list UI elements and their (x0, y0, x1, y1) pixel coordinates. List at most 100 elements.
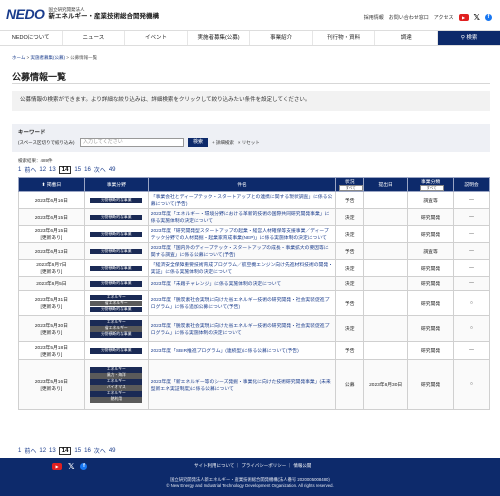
nav-news[interactable]: ニュース (63, 31, 126, 45)
facebook-icon[interactable]: f (485, 14, 492, 21)
cell-name[interactable]: 2023年度「脱炭素社会実現に向けた省エネルギー技術の研究開発・社会実装促進プロ… (147, 315, 337, 343)
x-icon[interactable]: 𝕏 (68, 462, 74, 471)
cell-briefing: ○ (453, 359, 490, 411)
page-next[interactable]: 次へ (94, 165, 106, 174)
page-15[interactable]: 15 (74, 448, 81, 454)
updated-badge: [更新あり] (40, 386, 63, 392)
call-title-link[interactable]: 2023年度「SBIR推進プログラム」(連続型)に係る公募について(予告) (151, 349, 299, 354)
header-category: 事業分類 すべて (407, 176, 455, 193)
page-current: 14 (58, 165, 72, 174)
page-12[interactable]: 12 (39, 448, 46, 454)
table-row: 2023年5月31日 [更新あり] エネルギー 省エネルギー 分野横断的な事業 2023年… (18, 290, 490, 317)
cell-name[interactable]: 2023年度「新エネルギー等のシーズ発掘・事業化に向けた技術研究開発事業」(未来… (147, 359, 337, 411)
cell-submit (363, 225, 409, 244)
category-filter[interactable]: すべて (419, 185, 444, 191)
header-date[interactable]: ⬍ 掲載日 (18, 176, 85, 193)
youtube-icon[interactable]: ▶ (52, 463, 62, 470)
cell-briefing: — (453, 191, 490, 210)
cell-status: 予告 (335, 290, 365, 317)
nav-procurement[interactable]: 調達 (375, 31, 439, 45)
page-13[interactable]: 13 (49, 448, 56, 454)
page-current: 14 (58, 446, 72, 455)
updated-badge: [更新あり] (40, 236, 63, 242)
nav-publications[interactable]: 刊行物・資料 (313, 31, 376, 45)
footer-disclosure[interactable]: 情報公開 (293, 463, 311, 468)
cell-name[interactable]: 「経済安全保障重要技術育成プログラム／航空機エンジン向け先進材料技術の開発・実証… (147, 259, 337, 278)
facebook-icon[interactable]: f (80, 463, 88, 470)
cell-category: 研究開発 (407, 290, 455, 317)
cell-name[interactable]: 2023年度「未踏チャレンジ」に係る実施体制の決定について (147, 276, 337, 292)
nav-search-button[interactable]: ⚲ 検索 (438, 31, 500, 45)
cell-name[interactable]: 2023年度「研究開発型スタートアップの起業・経営人材確保等支援事業／ディープテ… (147, 225, 337, 244)
keyword-input[interactable]: 入力してください (80, 138, 184, 147)
cell-name[interactable]: 2023年度「脱炭素社会実現に向けた省エネルギー技術の研究開発・社会実装促進プロ… (147, 290, 337, 317)
contact-link[interactable]: お問い合わせ窓口 (389, 14, 429, 21)
reset-link[interactable]: × リセット (238, 140, 260, 146)
org-name: 新エネルギー・産業技術総合開発機構 (48, 12, 159, 20)
breadcrumb-calls[interactable]: 実施者募集(公募) (31, 55, 66, 60)
page-first[interactable]: 1 (18, 167, 21, 173)
page-last[interactable]: 49 (109, 448, 116, 454)
page-last[interactable]: 49 (109, 167, 116, 173)
cell-name[interactable]: 2023年度「国内外のディープテック・スタートアップの成長・事業拡大の要因等に関… (147, 242, 337, 261)
cell-field: 分野横断的な事業 (83, 191, 149, 210)
page-next[interactable]: 次へ (94, 446, 106, 455)
pagination-top: 1 前へ 12 13 14 15 16 次へ 49 (18, 165, 116, 174)
field-badge: 分野横断的な事業 (90, 281, 143, 287)
header-submit: 提出日 (363, 176, 409, 193)
page-15[interactable]: 15 (74, 167, 81, 173)
page-13[interactable]: 13 (49, 167, 56, 173)
page-12[interactable]: 12 (39, 167, 46, 173)
call-title-link[interactable]: 2023年度「未踏チャレンジ」に係る実施体制の決定について (151, 282, 281, 287)
site-header: NEDO 国立研究開発法人 新エネルギー・産業技術総合開発機構 採用情報 お問い… (0, 0, 500, 30)
page-16[interactable]: 16 (84, 167, 91, 173)
page-prev[interactable]: 前へ (24, 165, 36, 174)
access-link[interactable]: アクセス (434, 14, 454, 21)
cell-name[interactable]: 「事業会社とディープテック・スタートアップとの連携に関する現状調査」に係る公募に… (147, 191, 337, 210)
cell-category: 研究開発 (407, 315, 455, 343)
call-title-link[interactable]: 2023年度「新エネルギー等のシーズ発掘・事業化に向けた技術研究開発事業」(未来… (151, 380, 331, 392)
call-title-link[interactable]: 2023年度「脱炭素社会実現に向けた省エネルギー技術の研究開発・社会実装促進プロ… (151, 298, 330, 310)
detail-search-link[interactable]: + 詳細検索 (212, 140, 234, 146)
breadcrumb-home[interactable]: ホーム (12, 55, 25, 60)
call-title-link[interactable]: 「事業会社とディープテック・スタートアップとの連携に関する現状調査」に係る公募に… (151, 195, 333, 207)
page-16[interactable]: 16 (84, 448, 91, 454)
status-filter[interactable]: すべて (338, 185, 363, 191)
call-title-link[interactable]: 「経済安全保障重要技術育成プログラム／航空機エンジン向け先進材料技術の開発・実証… (151, 263, 333, 275)
cell-category: 研究開発 (407, 276, 455, 292)
cell-submit (363, 290, 409, 317)
footer-site-use[interactable]: サイト利用について (194, 463, 234, 468)
call-title-link[interactable]: 2023年度「研究開発型スタートアップの起業・経営人材確保等支援事業／ディープテ… (151, 229, 329, 241)
call-title-link[interactable]: 2023年度「国内外のディープテック・スタートアップの成長・事業拡大の要因等に関… (151, 246, 329, 258)
page-prev[interactable]: 前へ (24, 446, 36, 455)
cell-submit (363, 315, 409, 343)
footer-privacy[interactable]: プライバシーポリシー (241, 463, 286, 468)
nav-projects[interactable]: 事業紹介 (250, 31, 313, 45)
table-row: 2023年5月18日 [更新あり] 分野横断的な事業 2023年度「SBIR推進プログ… (18, 341, 490, 361)
cell-status: 決定 (335, 276, 365, 292)
global-nav: NEDOについて ニュース イベント 実施者募集(公募) 事業紹介 刊行物・資料… (0, 30, 500, 46)
call-title-link[interactable]: 2023年度「脱炭素社会実現に向けた省エネルギー技術の研究開発・社会実装促進プロ… (151, 324, 330, 336)
nav-events[interactable]: イベント (125, 31, 188, 45)
table-row: 2023年6月15日 分野横断的な事業 2023年度「エネルギー・環境分野における革… (18, 208, 490, 227)
x-icon[interactable]: 𝕏 (474, 13, 480, 22)
youtube-icon[interactable]: ▶ (458, 14, 469, 21)
nav-about[interactable]: NEDOについて (0, 31, 63, 45)
page-title: 公募情報一覧 (12, 72, 67, 82)
call-title-link[interactable]: 2023年度「エネルギー・環境分野における革新的技術の国際共同研究開発事業」に係… (151, 212, 330, 224)
cell-status: 決定 (335, 315, 365, 343)
updated-badge: [更新あり] (40, 352, 63, 358)
field-badge: 分野横断的な事業 (90, 306, 143, 313)
cell-submit (363, 242, 409, 261)
cell-status: 決定 (335, 225, 365, 244)
results-table: ⬍ 掲載日 事業分野 件名 状況 すべて 提出日 事業分類 すべて 説明会 2023… (18, 176, 490, 411)
cell-name[interactable]: 2023年度「SBIR推進プログラム」(連続型)に係る公募について(予告) (147, 341, 337, 361)
search-button[interactable]: 検索 (188, 138, 209, 147)
nedo-logo[interactable]: NEDO 国立研究開発法人 新エネルギー・産業技術総合開発機構 (6, 6, 159, 22)
org-sub: 国立研究開発法人 (48, 7, 85, 12)
recruit-link[interactable]: 採用情報 (364, 14, 384, 21)
nav-calls[interactable]: 実施者募集(公募) (188, 31, 251, 45)
cell-name[interactable]: 2023年度「エネルギー・環境分野における革新的技術の国際共同研究開発事業」に係… (147, 208, 337, 227)
keyword-search-panel: キーワード (スペース区切りで絞り込み) 入力してください 検索 + 詳細検索 … (12, 124, 490, 152)
page-first[interactable]: 1 (18, 448, 21, 454)
